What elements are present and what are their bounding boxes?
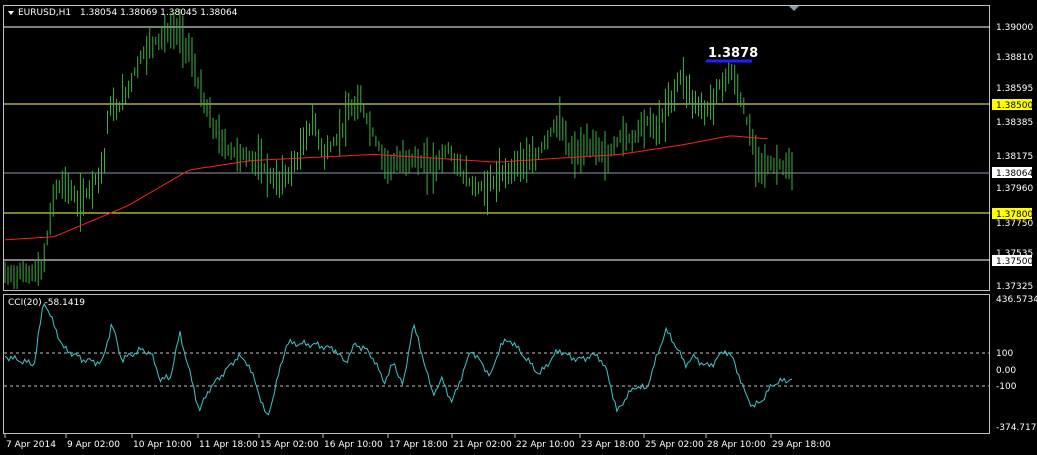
cci-tick-label: 0.00 bbox=[996, 366, 1016, 376]
y-tick-label: 1.38385 bbox=[996, 118, 1033, 128]
y-tick-label: 1.37325 bbox=[996, 282, 1033, 292]
y-tick-label: 1.37750 bbox=[996, 219, 1033, 229]
x-tick-label: 25 Apr 02:00 bbox=[645, 440, 704, 450]
moving-average-line bbox=[4, 135, 768, 241]
shift-marker-icon[interactable] bbox=[789, 6, 799, 11]
cci-line bbox=[4, 302, 793, 416]
price-axis: 1.39000 1.38810 1.38595 1.38385 1.38175 … bbox=[992, 23, 1033, 292]
x-tick-label: 17 Apr 18:00 bbox=[389, 440, 448, 450]
annotation-label: 1.3878 bbox=[708, 46, 758, 61]
level-tag-1-385: 1.38500 bbox=[996, 101, 1033, 111]
cci-tick-label: 100 bbox=[996, 349, 1013, 359]
level-tag-1-378: 1.37800 bbox=[996, 210, 1033, 220]
y-tick-label: 1.38175 bbox=[996, 152, 1033, 162]
x-tick-label: 21 Apr 02:00 bbox=[453, 440, 512, 450]
chart-canvas: EURUSD,H1 1.38054 1.38069 1.38045 1.3806… bbox=[3, 5, 1037, 450]
time-axis: 7 Apr 2014 9 Apr 02:00 10 Apr 10:00 11 Apr … bbox=[4, 434, 831, 450]
cci-panel-frame bbox=[3, 294, 990, 434]
y-tick-label: 1.37960 bbox=[996, 184, 1033, 194]
x-tick-label: 7 Apr 2014 bbox=[6, 440, 56, 450]
cci-tick-label: 436.5734 bbox=[996, 295, 1037, 305]
cci-tick-label: -100 bbox=[996, 382, 1017, 392]
y-tick-label: 1.38810 bbox=[996, 53, 1033, 63]
menu-triangle-icon[interactable] bbox=[8, 11, 14, 15]
level-tag-1-375: 1.37500 bbox=[996, 257, 1033, 267]
x-tick-label: 10 Apr 10:00 bbox=[133, 440, 192, 450]
current-price-tag: 1.38064 bbox=[996, 169, 1033, 179]
x-tick-label: 11 Apr 18:00 bbox=[199, 440, 258, 450]
y-tick-label: 1.38595 bbox=[996, 84, 1033, 94]
symbol-label: EURUSD,H1 bbox=[18, 8, 71, 18]
main-panel-frame bbox=[3, 5, 990, 291]
cci-title: CCI(20) -58.1419 bbox=[8, 298, 85, 308]
cci-tick-label: -374.7172 bbox=[996, 423, 1037, 433]
x-tick-label: 23 Apr 18:00 bbox=[581, 440, 640, 450]
x-tick-label: 16 Apr 10:00 bbox=[324, 440, 383, 450]
cci-axis: 436.5734 100 0.00 -100 -374.7172 bbox=[996, 295, 1037, 433]
levels-layer bbox=[4, 26, 990, 261]
ohlc-label: 1.38054 1.38069 1.38045 1.38064 bbox=[80, 8, 238, 18]
y-tick-label: 1.39000 bbox=[996, 23, 1033, 33]
x-tick-label: 9 Apr 02:00 bbox=[67, 440, 120, 450]
x-tick-label: 28 Apr 10:00 bbox=[707, 440, 766, 450]
x-tick-label: 22 Apr 10:00 bbox=[516, 440, 575, 450]
x-tick-label: 29 Apr 18:00 bbox=[772, 440, 831, 450]
candles-layer bbox=[4, 8, 793, 289]
x-tick-label: 15 Apr 02:00 bbox=[260, 440, 319, 450]
